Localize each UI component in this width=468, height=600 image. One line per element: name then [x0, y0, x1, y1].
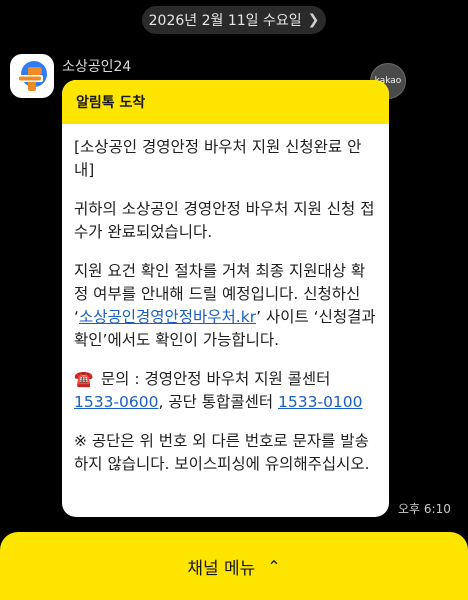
phone-link-2[interactable]: 1533-0100: [278, 393, 363, 411]
message-paragraph-2: 귀하의 소상공인 경영안정 바우처 지원 신청 접수가 완료되었습니다.: [74, 200, 375, 241]
caret-up-icon: ⌃: [267, 556, 281, 576]
website-link[interactable]: 소상공인경영안정바우처.kr: [79, 308, 256, 326]
message-text: 문의 : 경영안정 바우처 지원 콜센터: [96, 370, 331, 388]
message-title: 알림톡 도착: [76, 95, 146, 111]
date-pill[interactable]: 2026년 2월 11일 수요일 ❯: [142, 6, 326, 34]
brand-logo-icon[interactable]: [10, 54, 54, 98]
message-time: 오후 6:10: [398, 502, 451, 516]
channel-menu-label: 채널 메뉴: [187, 558, 256, 579]
message-paragraph-5: ※ 공단은 위 번호 외 다른 번호로 문자를 발송하지 않습니다. 보이스피싱…: [74, 432, 370, 473]
sender-name: 소상공인24: [62, 59, 132, 75]
message-text: , 공단 통합콜센터: [158, 393, 279, 411]
message-paragraph-4: ☎️ 문의 : 경영안정 바우처 지원 콜센터 1533-0600, 공단 통합…: [74, 368, 377, 414]
date-text: 2026년 2월 11일 수요일: [148, 13, 302, 29]
phone-link-1[interactable]: 1533-0600: [74, 393, 159, 411]
message-header: 알림톡 도착: [62, 80, 389, 124]
message-paragraph-3: 지원 요건 확인 절차를 거쳐 최종 지원대상 확정 여부를 안내해 드릴 예정…: [74, 260, 377, 352]
telephone-icon: ☎️: [74, 370, 94, 388]
message-bubble[interactable]: 알림톡 도착 [소상공인 경영안정 바우처 지원 신청완료 안내] 귀하의 소상…: [62, 80, 389, 517]
chevron-right-icon: ❯: [307, 12, 320, 28]
message-body: [소상공인 경영안정 바우처 지원 신청완료 안내] 귀하의 소상공인 경영안정…: [62, 124, 389, 476]
channel-menu-button[interactable]: 채널 메뉴 ⌃: [0, 532, 468, 600]
message-paragraph-1: [소상공인 경영안정 바우처 지원 신청완료 안내]: [74, 138, 362, 179]
